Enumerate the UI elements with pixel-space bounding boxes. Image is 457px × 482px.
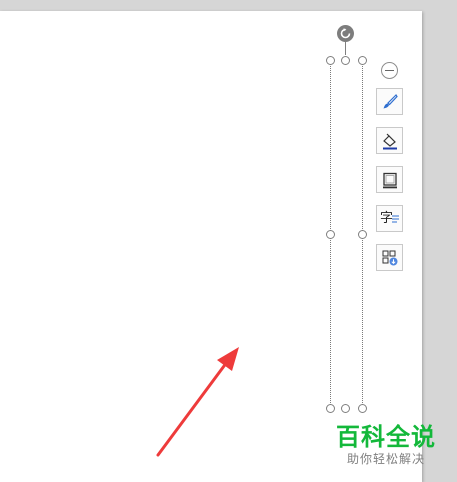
red-arrow-icon xyxy=(156,347,239,457)
watermark-title: 百科全说 xyxy=(336,423,436,451)
watermark-logo: 百科全说 助你轻松解决 xyxy=(330,423,442,471)
watermark-subtitle: 助你轻松解决 xyxy=(346,452,425,466)
